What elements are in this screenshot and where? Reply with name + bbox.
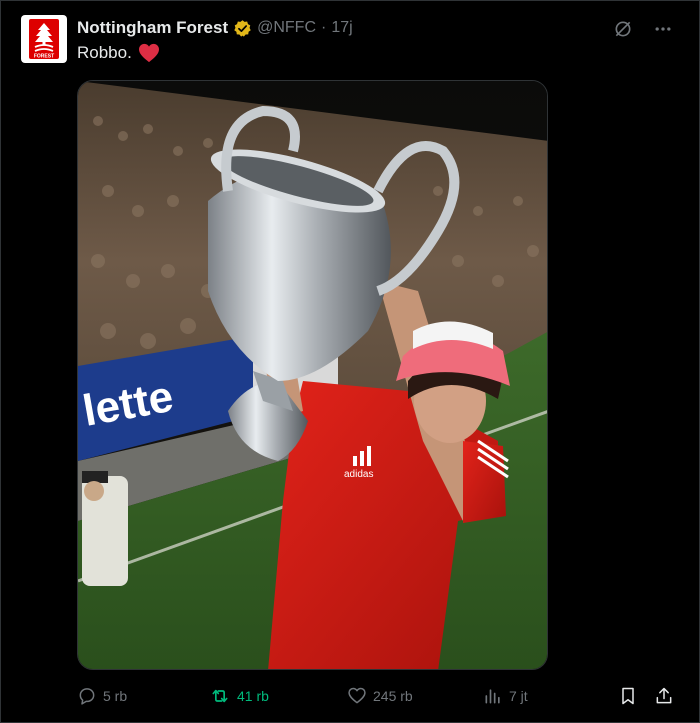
grok-icon[interactable] xyxy=(613,19,633,39)
author-handle[interactable]: @NFFC xyxy=(257,19,316,37)
tweet-top-actions xyxy=(613,19,673,39)
share-button[interactable] xyxy=(654,684,674,708)
svg-text:FOREST: FOREST xyxy=(34,54,54,60)
tweet-text: Robbo. xyxy=(77,43,160,63)
author-name[interactable]: Nottingham Forest xyxy=(77,18,228,38)
reply-button[interactable]: 5 rb xyxy=(77,684,127,708)
red-heart-icon xyxy=(138,43,159,63)
reply-count: 5 rb xyxy=(103,688,128,704)
tweet-card: FOREST Nottingham Forest @NFFC · 17j Rob… xyxy=(0,0,700,723)
bookmark-icon xyxy=(622,687,634,705)
views-chart-icon xyxy=(485,689,500,704)
tweet-actions: 5 rb 41 rb 245 rb 7 jt xyxy=(77,684,677,708)
more-options-icon[interactable] xyxy=(653,19,673,39)
repost-button[interactable]: 41 rb xyxy=(209,684,269,708)
like-button[interactable]: 245 rb xyxy=(347,684,413,708)
photo-trophy-celebration: lette adidas xyxy=(78,81,547,669)
view-count: 7 jt xyxy=(509,688,528,704)
verified-badge-icon[interactable] xyxy=(233,19,252,38)
reply-icon xyxy=(79,688,95,705)
bookmark-button[interactable] xyxy=(618,684,638,708)
heart-icon xyxy=(348,687,366,704)
share-icon xyxy=(656,687,672,704)
tweet-photo[interactable]: lette adidas xyxy=(77,80,548,670)
tweet-text-content: Robbo. xyxy=(77,43,132,62)
svg-text:adidas: adidas xyxy=(344,469,373,480)
repost-icon xyxy=(212,689,228,703)
views-button[interactable]: 7 jt xyxy=(483,684,528,708)
separator-dot: · xyxy=(321,19,327,36)
like-count: 245 rb xyxy=(373,688,413,704)
tweet-header: Nottingham Forest @NFFC · 17j xyxy=(77,17,353,39)
tweet-time[interactable]: 17j xyxy=(331,19,352,37)
nottingham-forest-crest-icon: FOREST xyxy=(29,19,59,59)
avatar[interactable]: FOREST xyxy=(21,15,67,63)
repost-count: 41 rb xyxy=(237,688,269,704)
